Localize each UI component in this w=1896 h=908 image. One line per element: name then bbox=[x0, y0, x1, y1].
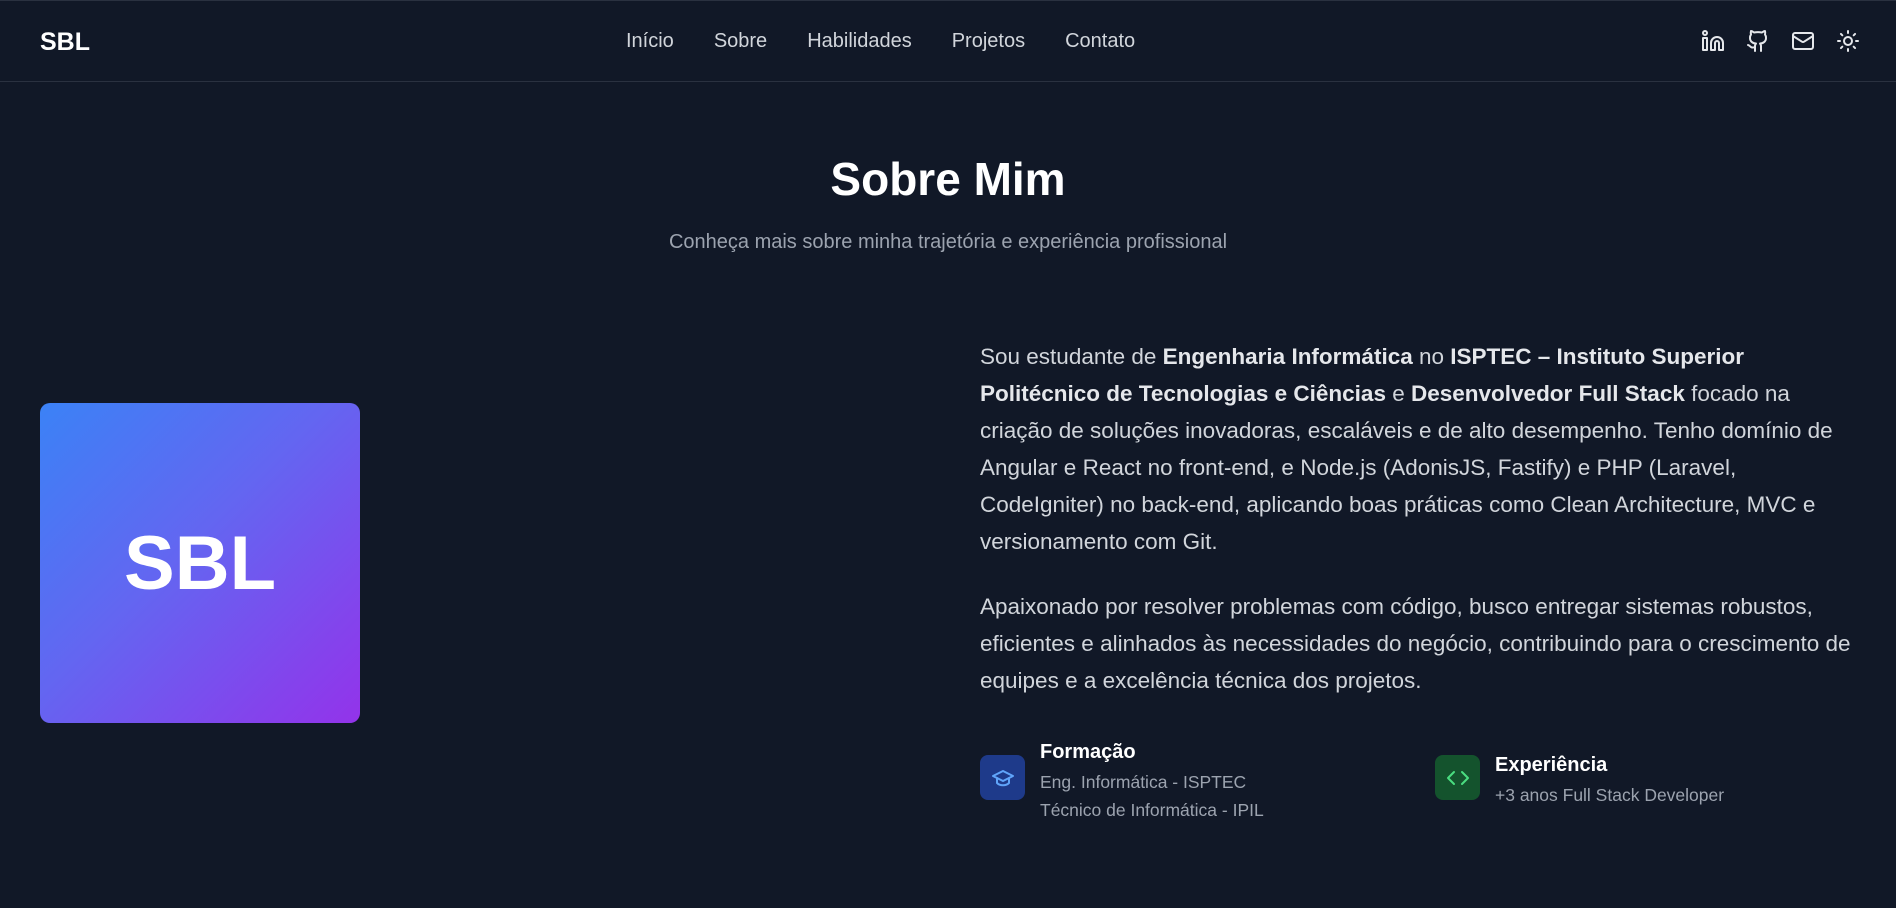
education-line: Eng. Informática - ISPTEC bbox=[1040, 772, 1247, 792]
linkedin-icon[interactable] bbox=[1701, 29, 1725, 53]
nav-link-inicio[interactable]: Início bbox=[626, 30, 674, 53]
about-description: Sou estudante de Engenharia Informática … bbox=[980, 338, 1860, 727]
experience-line: +3 anos Full Stack Developer bbox=[1495, 785, 1725, 805]
section-title: Sobre Mim bbox=[830, 153, 1066, 205]
mail-icon[interactable] bbox=[1791, 29, 1815, 53]
nav-link-habilidades[interactable]: Habilidades bbox=[807, 30, 912, 53]
about-text-fragment: focado na criação de soluções inovadoras… bbox=[980, 381, 1833, 554]
nav-link-contato[interactable]: Contato bbox=[1065, 30, 1135, 53]
avatar-card: SBL bbox=[40, 403, 360, 723]
about-paragraph-2: Apaixonado por resolver problemas com có… bbox=[980, 594, 1851, 693]
social-icons bbox=[1701, 29, 1860, 53]
about-highlight-role: Desenvolvedor Full Stack bbox=[1411, 381, 1685, 406]
education-body: Formação Eng. Informática - ISPTEC Técni… bbox=[1040, 740, 1264, 824]
nav-links: Início Sobre Habilidades Projetos Contat… bbox=[626, 30, 1135, 53]
section-subtitle: Conheça mais sobre minha trajetória e ex… bbox=[668, 231, 1228, 253]
github-icon[interactable] bbox=[1746, 29, 1770, 53]
about-paragraph-1: Sou estudante de Engenharia Informática … bbox=[980, 338, 1860, 560]
education-line: Técnico de Informática - IPIL bbox=[1040, 800, 1264, 820]
graduation-cap-icon bbox=[980, 755, 1025, 800]
experience-card: Experiência +3 anos Full Stack Developer bbox=[1435, 753, 1724, 809]
about-text-fragment: e bbox=[1385, 381, 1411, 406]
about-text-fragment: no bbox=[1412, 344, 1451, 369]
education-card: Formação Eng. Informática - ISPTEC Técni… bbox=[980, 740, 1264, 824]
code-icon bbox=[1435, 755, 1480, 800]
nav-link-sobre[interactable]: Sobre bbox=[714, 30, 767, 53]
experience-body: Experiência +3 anos Full Stack Developer bbox=[1495, 753, 1724, 809]
about-highlight-course: Engenharia Informática bbox=[1162, 344, 1413, 369]
experience-title: Experiência bbox=[1495, 754, 1608, 776]
sun-icon[interactable] bbox=[1836, 29, 1860, 53]
brand-logo[interactable]: SBL bbox=[40, 28, 90, 57]
education-title: Formação bbox=[1040, 741, 1136, 763]
navbar: SBL Início Sobre Habilidades Projetos Co… bbox=[0, 0, 1896, 82]
about-text-fragment: Sou estudante de bbox=[980, 344, 1163, 369]
nav-link-projetos[interactable]: Projetos bbox=[952, 30, 1025, 53]
